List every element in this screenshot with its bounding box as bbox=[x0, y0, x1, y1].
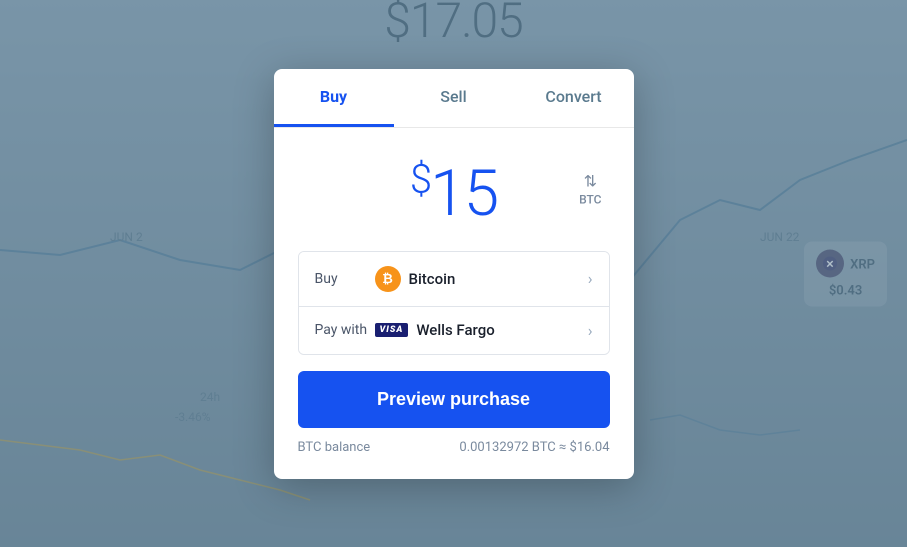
tab-convert[interactable]: Convert bbox=[514, 69, 634, 127]
asset-name: Bitcoin bbox=[409, 270, 456, 288]
bitcoin-icon: ₿ bbox=[375, 266, 401, 292]
chevron-right-payment-icon: › bbox=[588, 321, 593, 340]
visa-badge: VISA bbox=[375, 323, 409, 337]
asset-value: ₿ Bitcoin bbox=[375, 266, 588, 292]
buy-label: Buy bbox=[315, 271, 375, 287]
amount-value: 15 bbox=[430, 156, 497, 231]
payment-row[interactable]: Pay with VISA Wells Fargo › bbox=[299, 307, 609, 354]
balance-row: BTC balance 0.00132972 BTC ≈ $16.04 bbox=[298, 440, 610, 455]
tab-sell[interactable]: Sell bbox=[394, 69, 514, 127]
buy-asset-row[interactable]: Buy ₿ Bitcoin › bbox=[299, 252, 609, 307]
amount-display: $15 bbox=[410, 156, 497, 231]
chevron-right-icon: › bbox=[588, 269, 593, 288]
dollar-sign: $ bbox=[410, 155, 430, 202]
toggle-arrows-icon: ⇅ bbox=[584, 172, 597, 191]
modal-overlay: Buy Sell Convert $15 ⇅ BTC Buy ₿ Bitcoin bbox=[0, 0, 907, 547]
preview-purchase-button[interactable]: Preview purchase bbox=[298, 371, 610, 428]
trade-modal: Buy Sell Convert $15 ⇅ BTC Buy ₿ Bitcoin bbox=[274, 69, 634, 479]
payment-value: VISA Wells Fargo bbox=[375, 321, 588, 339]
tab-buy[interactable]: Buy bbox=[274, 69, 394, 127]
options-section: Buy ₿ Bitcoin › Pay with VISA Wells Farg… bbox=[298, 251, 610, 355]
balance-value: 0.00132972 BTC ≈ $16.04 bbox=[459, 440, 609, 455]
amount-section: $15 ⇅ BTC bbox=[274, 128, 634, 251]
trade-tabs: Buy Sell Convert bbox=[274, 69, 634, 128]
balance-label: BTC balance bbox=[298, 440, 371, 455]
pay-with-label: Pay with bbox=[315, 322, 375, 338]
currency-toggle[interactable]: ⇅ BTC bbox=[579, 172, 601, 207]
payment-name: Wells Fargo bbox=[416, 321, 494, 339]
currency-label: BTC bbox=[579, 193, 601, 207]
